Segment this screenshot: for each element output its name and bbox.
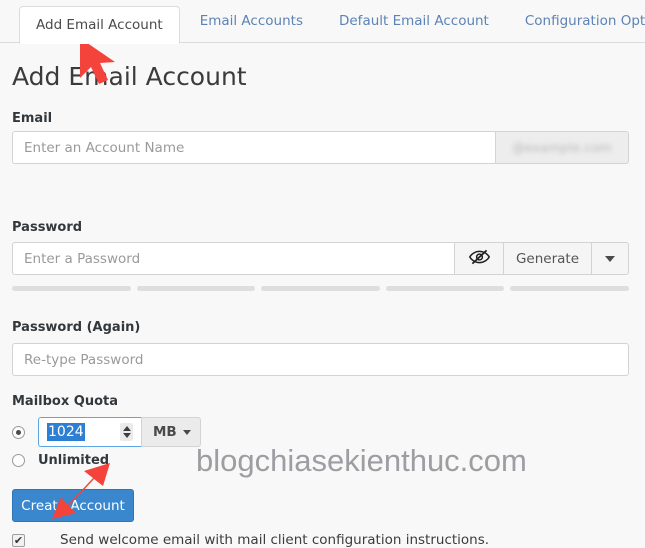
- password-input[interactable]: Enter a Password: [12, 242, 454, 275]
- strength-segment: [510, 286, 629, 291]
- quota-fixed-radio-wrap: [12, 425, 38, 439]
- quota-fixed-row: 1024 MB: [12, 417, 201, 447]
- spinner-down-arrow[interactable]: [122, 433, 131, 438]
- quota-unit-label: MB: [153, 424, 177, 440]
- password-placeholder: Enter a Password: [24, 250, 141, 267]
- tab-default-email-account[interactable]: Default Email Account: [323, 0, 505, 43]
- password-again-input[interactable]: Re-type Password: [12, 343, 629, 376]
- spinner-updown-icon[interactable]: [120, 423, 133, 441]
- form-panel: Add Email Account Email Enter an Account…: [0, 43, 645, 548]
- quota-unlimited-label: Unlimited: [38, 453, 110, 468]
- email-label: Email: [12, 111, 53, 126]
- tab-configuration-options[interactable]: Configuration Options: [509, 0, 645, 43]
- quota-unit-dropdown[interactable]: MB: [141, 417, 201, 447]
- watermark-text: blogchiasekienthuc.com: [196, 443, 527, 478]
- tab-bar: Add Email Account Email Accounts Default…: [0, 0, 645, 44]
- caret-down-icon: [605, 255, 615, 262]
- quota-fixed-radio[interactable]: [12, 425, 25, 439]
- quota-value-group: 1024 MB: [38, 417, 201, 447]
- password-label: Password: [12, 220, 83, 235]
- send-welcome-email-row: ✔ Send welcome email with mail client co…: [12, 532, 489, 548]
- email-domain-text: @example.com: [512, 140, 612, 155]
- password-again-label: Password (Again): [12, 320, 141, 335]
- email-domain-addon: @example.com: [495, 131, 629, 164]
- email-placeholder: Enter an Account Name: [24, 139, 185, 156]
- tab-email-accounts[interactable]: Email Accounts: [184, 0, 319, 43]
- tab-add-email-account[interactable]: Add Email Account: [19, 6, 180, 44]
- caret-down-icon: [182, 429, 191, 435]
- password-options-dropdown[interactable]: [591, 242, 629, 275]
- tab-list: Add Email Account Email Accounts Default…: [0, 0, 645, 44]
- password-strength-meter: [12, 286, 629, 293]
- strength-segment: [12, 286, 131, 291]
- strength-segment: [261, 286, 380, 291]
- generate-password-button[interactable]: Generate: [503, 242, 591, 275]
- email-input-group: Enter an Account Name @example.com: [12, 131, 629, 164]
- send-welcome-email-checkbox[interactable]: ✔: [12, 533, 25, 547]
- send-welcome-email-label: Send welcome email with mail client conf…: [60, 532, 490, 548]
- email-input[interactable]: Enter an Account Name: [12, 131, 495, 164]
- create-account-button[interactable]: Create Account: [12, 489, 134, 522]
- quota-value-text: 1024: [47, 423, 85, 441]
- password-again-placeholder: Re-type Password: [24, 351, 144, 368]
- quota-value-input[interactable]: 1024: [38, 417, 141, 447]
- password-input-group: Enter a Password Generate: [12, 242, 629, 275]
- email-account-page: Add Email Account Email Accounts Default…: [0, 0, 645, 548]
- mailbox-quota-label: Mailbox Quota: [12, 394, 118, 409]
- quota-unlimited-row: Unlimited: [12, 453, 109, 468]
- quota-unlimited-radio[interactable]: [12, 454, 25, 467]
- strength-segment: [136, 286, 256, 291]
- page-title: Add Email Account: [12, 62, 247, 91]
- eye-slash-icon: [468, 249, 490, 269]
- password-visibility-toggle[interactable]: [454, 242, 503, 275]
- spinner-up-arrow[interactable]: [122, 426, 131, 431]
- strength-segment: [385, 286, 505, 291]
